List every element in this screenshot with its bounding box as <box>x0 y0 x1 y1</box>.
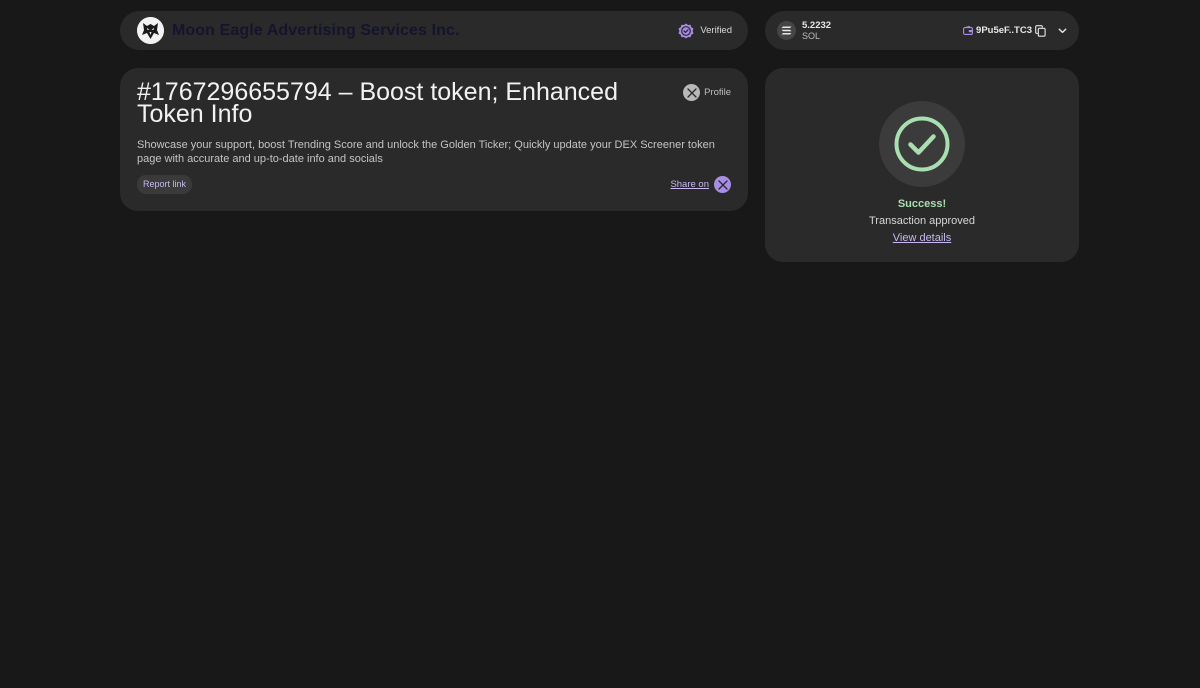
solana-icon <box>777 21 796 40</box>
share-on-x[interactable]: Share on <box>670 176 731 193</box>
product-description: Showcase your support, boost Trending Sc… <box>137 139 715 165</box>
view-details-link: View details <box>765 232 1079 244</box>
x-logo-icon <box>683 84 701 101</box>
status-title: Success! <box>897 198 947 210</box>
profile-label: Profile <box>704 87 731 98</box>
wallet-address[interactable]: 9Pu5eF..TC3 <box>963 24 1067 37</box>
product-title: #1767296655794 – Boost token; Enhanced T… <box>137 78 618 128</box>
wallet-icon <box>963 26 973 35</box>
wallet-header: 5.2232 SOL 9Pu5eF..TC3 <box>765 11 1079 50</box>
chevron-down-icon[interactable] <box>1058 28 1067 34</box>
status-message: Transaction approved <box>869 215 975 227</box>
merchant-name: Moon Eagle Advertising Services Inc. <box>172 21 460 39</box>
transaction-status-card: Success! Transaction approved View detai… <box>765 68 1079 262</box>
copy-icon[interactable] <box>1035 24 1046 37</box>
verified-label: Verified <box>700 25 732 36</box>
wallet-address-text: 9Pu5eF..TC3 <box>976 25 1032 36</box>
x-logo-icon[interactable] <box>714 176 731 193</box>
report-link-button[interactable]: Report link <box>137 175 193 194</box>
share-label[interactable]: Share on <box>670 179 709 190</box>
wallet-balance: 5.2232 SOL <box>802 20 831 42</box>
product-card: #1767296655794 – Boost token; Enhanced T… <box>120 68 748 211</box>
check-circle-icon <box>879 101 965 187</box>
balance-amount: 5.2232 <box>802 19 832 31</box>
profile-link[interactable]: Profile <box>683 84 731 101</box>
view-details-link-text[interactable]: View details <box>893 232 952 244</box>
verified-badge-icon <box>678 23 694 38</box>
merchant-header: Moon Eagle Advertising Services Inc. Ver… <box>120 11 748 50</box>
eagle-logo-icon <box>137 17 164 44</box>
balance-currency: SOL <box>802 30 821 41</box>
verified-badge: Verified <box>678 23 732 39</box>
